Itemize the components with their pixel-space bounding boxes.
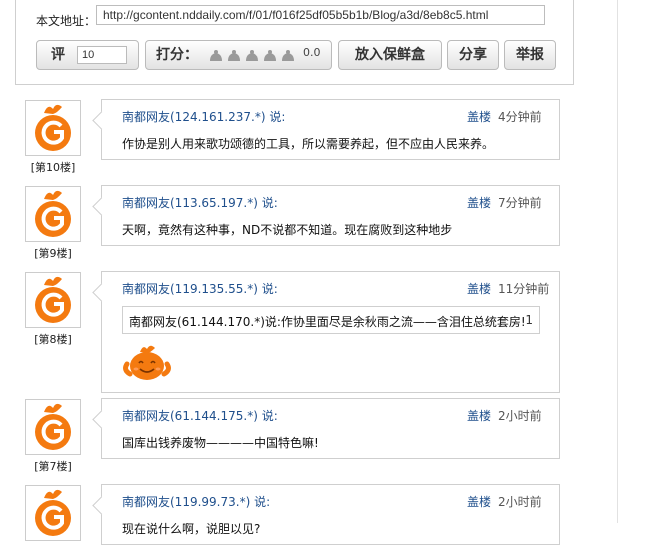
comment-box: 南都网友(124.161.237.*) 说: 盖楼 4分钟前 作协是别人用来歌功… bbox=[92, 99, 560, 160]
article-toolbar-panel: 本文地址： 评 打分： 0.0 放入保鲜盒 分享 举报 bbox=[15, 0, 574, 85]
rating-box: 打分： 0.0 bbox=[145, 40, 332, 70]
rating-label: 打分： bbox=[156, 47, 198, 63]
comment-author[interactable]: 南都网友(61.144.175.*) 说: bbox=[122, 407, 278, 424]
comment-box: 南都网友(61.144.175.*) 说: 盖楼 2小时前 国库出钱养废物———… bbox=[92, 398, 560, 459]
comment-box-pointer bbox=[92, 283, 111, 302]
comment-time: 7分钟前 bbox=[498, 196, 542, 210]
reply-floor-link[interactable]: 盖楼 bbox=[467, 280, 491, 297]
article-url-input[interactable] bbox=[96, 5, 545, 25]
floor-number: [第7楼] bbox=[34, 460, 72, 473]
rating-star-icon[interactable] bbox=[244, 49, 260, 62]
comment-author[interactable]: 南都网友(113.65.197.*) 说: bbox=[122, 194, 278, 211]
reply-floor-link[interactable]: 盖楼 bbox=[467, 407, 491, 424]
floor-number: [第8楼] bbox=[34, 333, 72, 346]
rating-star-icon[interactable] bbox=[280, 49, 296, 62]
reply-floor-link[interactable]: 盖楼 bbox=[467, 493, 491, 510]
quoted-comment: 南都网友(61.144.170.*)说:作协里面尽是余秋雨之流——含泪住总统套房… bbox=[122, 306, 540, 334]
comment-author[interactable]: 南都网友(124.161.237.*) 说: bbox=[122, 108, 285, 125]
rating-star-icon[interactable] bbox=[208, 49, 224, 62]
score-box: 评 bbox=[36, 40, 139, 70]
report-button[interactable]: 举报 bbox=[504, 40, 556, 70]
comment-text: 国库出钱养废物————中国特色嘛! bbox=[122, 436, 319, 450]
orange-logo-icon bbox=[35, 276, 71, 323]
orange-logo-icon bbox=[35, 403, 71, 450]
comment-author[interactable]: 南都网友(119.99.73.*) 说: bbox=[122, 493, 270, 510]
floor-number: [第10楼] bbox=[30, 161, 76, 174]
avatar[interactable] bbox=[25, 399, 81, 455]
reply-floor-link[interactable]: 盖楼 bbox=[467, 108, 491, 125]
keep-button[interactable]: 放入保鲜盒 bbox=[338, 40, 442, 70]
comment-text: 作协是别人用来歌功颂德的工具，所以需要养起，但不应由人民来养。 bbox=[122, 137, 495, 151]
comment-box-pointer bbox=[92, 410, 111, 429]
orange-logo-icon bbox=[35, 489, 71, 536]
avatar[interactable] bbox=[25, 186, 81, 242]
comment-box-pointer bbox=[92, 496, 111, 515]
page-right-divider bbox=[617, 0, 618, 523]
reply-floor-link[interactable]: 盖楼 bbox=[467, 194, 491, 211]
comment-box: 南都网友(113.65.197.*) 说: 盖楼 7分钟前 天啊，竟然有这种事，… bbox=[92, 185, 560, 246]
avatar[interactable] bbox=[25, 485, 81, 541]
share-button[interactable]: 分享 bbox=[447, 40, 499, 70]
comment-author[interactable]: 南都网友(119.135.55.*) 说: bbox=[122, 280, 278, 297]
avatar[interactable] bbox=[25, 100, 81, 156]
comment-time: 11分钟前 bbox=[498, 282, 550, 296]
orange-logo-icon bbox=[35, 104, 71, 151]
quoted-comment-text: 南都网友(61.144.170.*)说:作协里面尽是余秋雨之流——含泪住总统套房… bbox=[129, 315, 526, 329]
comment-box-pointer bbox=[92, 111, 111, 130]
rating-value: 0.0 bbox=[303, 46, 321, 59]
score-label: 评 bbox=[51, 47, 65, 63]
comment-time: 2小时前 bbox=[498, 409, 542, 423]
article-url-label: 本文地址： bbox=[36, 14, 97, 28]
avatar[interactable] bbox=[25, 272, 81, 328]
comment-box: 南都网友(119.99.73.*) 说: 盖楼 2小时前 现在说什么啊，说胆以见… bbox=[92, 484, 560, 545]
comment-box-pointer bbox=[92, 197, 111, 216]
rating-star-icon[interactable] bbox=[262, 49, 278, 62]
comment-text: 天啊，竟然有这种事，ND不说都不知道。现在腐败到这种地步 bbox=[122, 223, 453, 237]
smiling-orange-emoji-icon bbox=[123, 345, 171, 380]
comment-time: 2小时前 bbox=[498, 495, 542, 509]
quote-count: 1 bbox=[525, 313, 533, 327]
comment-time: 4分钟前 bbox=[498, 110, 542, 124]
score-input[interactable] bbox=[77, 46, 127, 64]
orange-logo-icon bbox=[35, 190, 71, 237]
comment-box: 南都网友(119.135.55.*) 说: 盖楼 11分钟前 南都网友(61.1… bbox=[92, 271, 560, 393]
rating-star-icon[interactable] bbox=[226, 49, 242, 62]
floor-number: [第9楼] bbox=[34, 247, 72, 260]
